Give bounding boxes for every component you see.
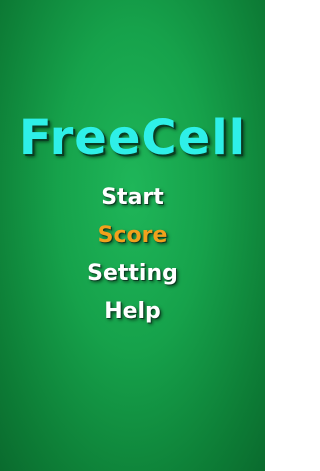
menu-item-setting[interactable]: Setting — [0, 256, 265, 294]
menu-item-score[interactable]: Score — [0, 218, 265, 256]
menu-item-start[interactable]: Start — [0, 180, 265, 218]
main-menu: Start Score Setting Help — [0, 180, 265, 332]
main-menu-screen: FreeCell Start Score Setting Help — [0, 0, 265, 471]
game-title: FreeCell — [18, 110, 247, 166]
menu-item-help[interactable]: Help — [0, 294, 265, 332]
